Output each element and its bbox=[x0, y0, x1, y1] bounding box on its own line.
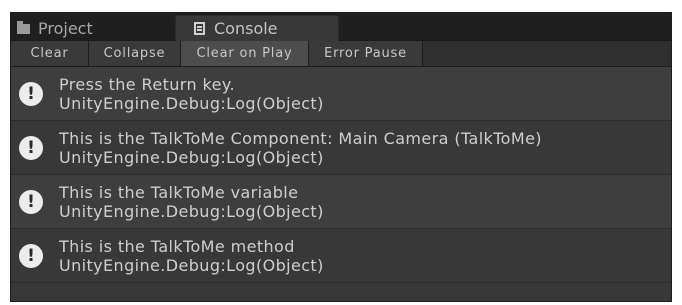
log-text: This is the TalkToMe variable UnityEngin… bbox=[59, 183, 324, 221]
log-message: This is the TalkToMe variable bbox=[59, 182, 299, 202]
log-entry[interactable]: ! This is the TalkToMe Component: Main C… bbox=[11, 121, 671, 175]
log-message: Press the Return key. bbox=[59, 74, 235, 94]
info-icon: ! bbox=[19, 135, 43, 160]
log-text: This is the TalkToMe method UnityEngine.… bbox=[59, 237, 324, 275]
console-icon bbox=[194, 22, 205, 35]
log-entry[interactable]: ! Press the Return key. UnityEngine.Debu… bbox=[11, 67, 671, 121]
console-toolbar: Clear Collapse Clear on Play Error Pause bbox=[11, 41, 671, 67]
info-icon: ! bbox=[19, 243, 43, 268]
console-window: Project Console Clear Collapse Clear on … bbox=[10, 12, 672, 302]
error-pause-toggle[interactable]: Error Pause bbox=[309, 41, 423, 66]
log-text: This is the TalkToMe Component: Main Cam… bbox=[59, 129, 542, 167]
log-entry[interactable]: ! This is the TalkToMe variable UnityEng… bbox=[11, 175, 671, 229]
log-stack: UnityEngine.Debug:Log(Object) bbox=[59, 93, 324, 113]
clear-button[interactable]: Clear bbox=[11, 41, 89, 66]
tab-project[interactable]: Project bbox=[11, 15, 171, 41]
log-stack: UnityEngine.Debug:Log(Object) bbox=[59, 147, 324, 167]
info-icon: ! bbox=[19, 81, 43, 106]
tab-console-label: Console bbox=[214, 19, 278, 38]
log-message: This is the TalkToMe method bbox=[59, 236, 295, 256]
clear-on-play-toggle[interactable]: Clear on Play bbox=[181, 41, 309, 66]
folder-icon bbox=[17, 21, 30, 34]
log-list: ! Press the Return key. UnityEngine.Debu… bbox=[11, 67, 671, 283]
log-message: This is the TalkToMe Component: Main Cam… bbox=[59, 128, 542, 148]
info-icon: ! bbox=[19, 189, 43, 214]
collapse-toggle[interactable]: Collapse bbox=[89, 41, 181, 66]
log-text: Press the Return key. UnityEngine.Debug:… bbox=[59, 75, 324, 113]
log-entry[interactable]: ! This is the TalkToMe method UnityEngin… bbox=[11, 229, 671, 283]
log-stack: UnityEngine.Debug:Log(Object) bbox=[59, 255, 324, 275]
tab-console[interactable]: Console bbox=[175, 15, 339, 41]
log-stack: UnityEngine.Debug:Log(Object) bbox=[59, 201, 324, 221]
tab-strip: Project Console bbox=[11, 13, 671, 41]
tab-project-label: Project bbox=[38, 18, 93, 38]
